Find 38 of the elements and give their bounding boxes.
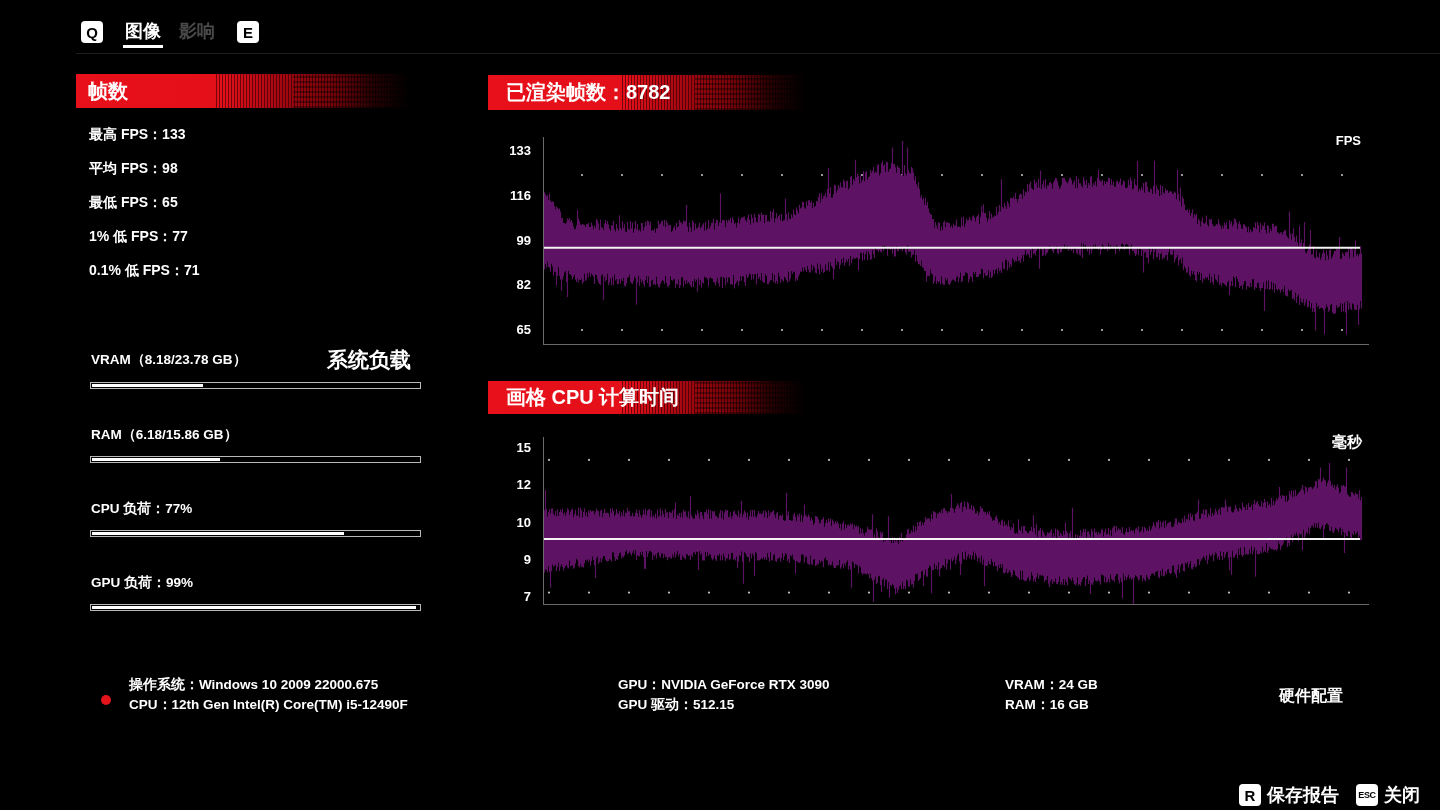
stat-text: 最低 FPS：65 [89,193,179,212]
axis-label: 15 [516,441,531,455]
spec-text: VRAM：24 GB [1005,676,1099,694]
key-cap[interactable]: ESC [1356,784,1378,806]
section-title: 硬件配置 [1279,686,1344,706]
axis-label: 7 [523,590,531,604]
stat-text: 平均 FPS：98 [89,159,179,178]
axis-label: 10 [516,515,531,530]
axis-label: 9 [523,552,531,567]
unit-label: 毫秒 [1332,434,1362,450]
meter-label: VRAM（8.18/23.78 GB） [90,351,248,369]
stat-text: 最高 FPS：133 [89,125,187,144]
axis-label: 82 [516,278,531,293]
axis-label: 99 [516,233,531,248]
spec-text: RAM：16 GB [1005,696,1090,714]
meter-label: GPU 负荷：99% [90,574,195,592]
axis-label: 65 [516,323,531,337]
action-label[interactable]: 保存报告 [1267,784,1339,806]
key-cap[interactable]: E [237,21,259,43]
stat-text: 1% 低 FPS：77 [89,227,189,246]
status-dot-icon [101,695,111,705]
axis-label: 12 [516,478,531,493]
section-header: 帧数 [76,74,410,108]
spec-text: 操作系统：Windows 10 2009 22000.675 [129,676,380,694]
key-cap[interactable]: Q [81,21,103,43]
key-cap[interactable]: R [1239,784,1261,806]
meter-label: RAM（6.18/15.86 GB） [90,426,239,444]
stat-text: 0.1% 低 FPS：71 [89,261,201,280]
spec-text: GPU 驱动：512.15 [618,696,736,714]
unit-label: FPS [1335,133,1361,149]
spec-text: GPU：NVIDIA GeForce RTX 3090 [618,676,831,694]
tab[interactable]: 图像 [123,19,163,48]
axis-label: 133 [509,144,531,158]
meter-label: CPU 负荷：77% [90,500,194,518]
spec-text: CPU：12th Gen Intel(R) Core(TM) i5-12490F [129,696,409,714]
action-label[interactable]: 关闭 [1384,784,1420,806]
section-title: 系统负载 [327,348,412,372]
axis-label: 116 [510,188,531,203]
